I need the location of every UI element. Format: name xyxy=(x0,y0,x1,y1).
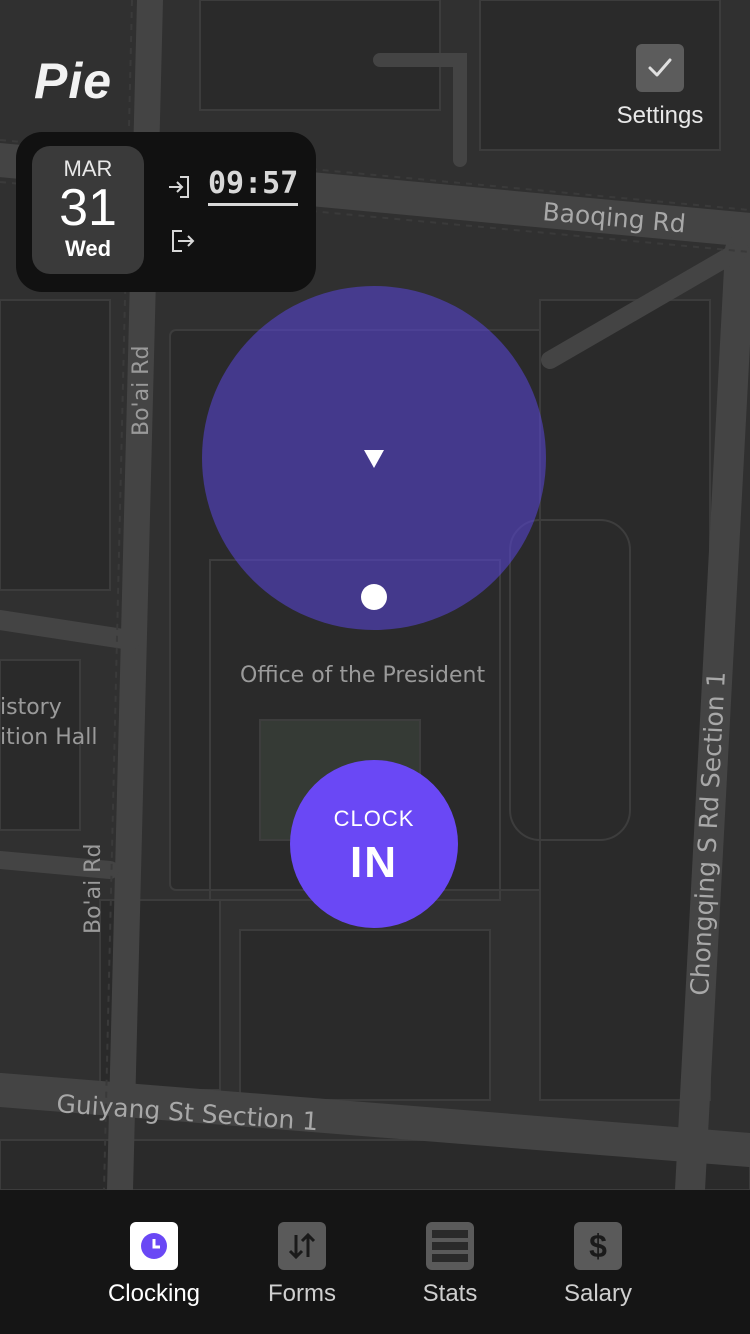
tab-bar: Clocking Forms Stats $ Salary xyxy=(0,1190,750,1334)
tab-label-stats: Stats xyxy=(422,1280,478,1307)
tab-forms[interactable]: Forms xyxy=(237,1222,367,1308)
heading-arrow-icon xyxy=(362,448,386,475)
clock-in-icon xyxy=(166,174,192,205)
date-tile: MAR 31 Wed xyxy=(32,146,144,274)
app-title: Pie xyxy=(34,53,113,109)
tab-stats[interactable]: Stats xyxy=(385,1222,515,1308)
list-icon xyxy=(426,1222,474,1270)
tab-label-salary: Salary xyxy=(563,1280,633,1307)
checkbox-icon xyxy=(636,44,684,92)
swap-arrows-icon xyxy=(278,1222,326,1270)
clock-icon xyxy=(130,1222,178,1270)
date-time-card: MAR 31 Wed 09:57 xyxy=(16,132,316,292)
settings-button[interactable]: Settings xyxy=(612,44,708,130)
dollar-icon: $ xyxy=(574,1222,622,1270)
tab-salary[interactable]: $ Salary xyxy=(533,1222,663,1308)
date-day: 31 xyxy=(59,179,117,237)
map-label-boai-top: Bo'ai Rd xyxy=(129,346,154,436)
app-screen: Baoqing Rd Bo'ai Rd Bo'ai Rd Office of t… xyxy=(0,0,750,1334)
tab-label-forms: Forms xyxy=(268,1280,336,1307)
map-label-history-2: ition Hall xyxy=(0,725,98,750)
map-label-office: Office of the President xyxy=(240,663,486,688)
clock-button-line2: IN xyxy=(350,838,398,887)
clock-out-icon xyxy=(170,228,196,259)
date-weekday: Wed xyxy=(64,236,112,261)
tab-clocking[interactable]: Clocking xyxy=(89,1222,219,1308)
current-location-dot xyxy=(361,584,387,610)
clock-in-button[interactable]: CLOCK IN xyxy=(290,760,458,928)
settings-label: Settings xyxy=(616,102,704,129)
map-label-history-1: istory xyxy=(0,695,62,720)
map-label-boai-bottom: Bo'ai Rd xyxy=(81,844,106,934)
clock-in-time[interactable]: 09:57 xyxy=(208,166,299,206)
tab-label-clocking: Clocking xyxy=(107,1280,201,1307)
clock-button-line1: CLOCK xyxy=(333,806,415,831)
